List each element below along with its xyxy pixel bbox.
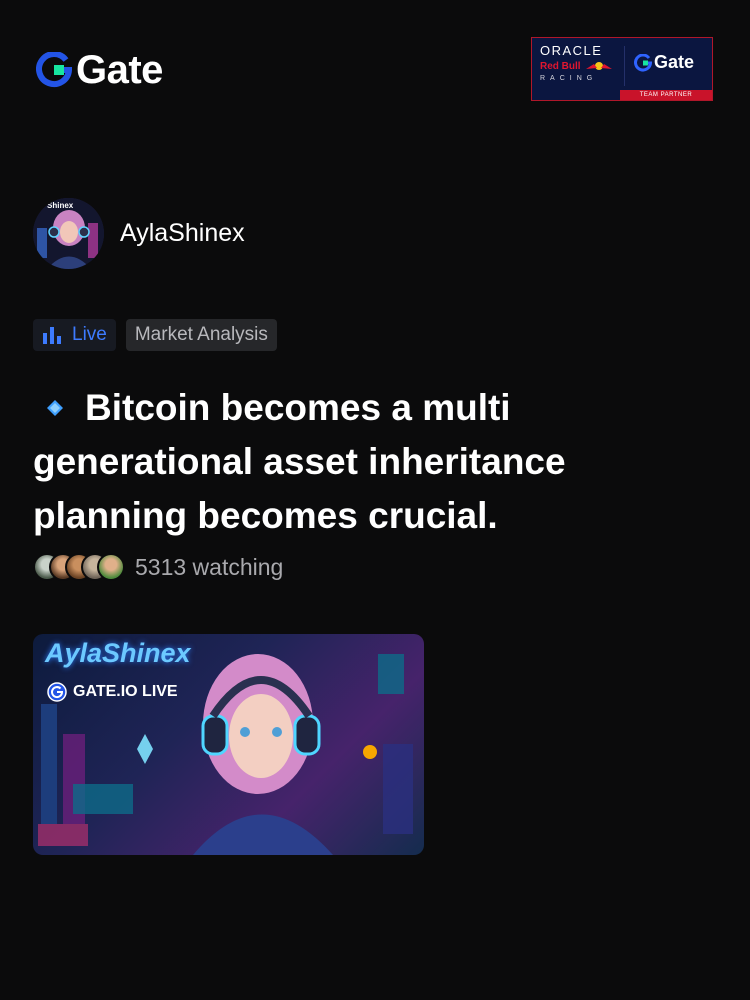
redbull-bulls-icon [585,62,612,70]
partner-gate-icon [634,53,652,72]
watching-count: 5313 watching [135,553,284,580]
post-headline[interactable]: Bitcoin becomes a multi generational ass… [33,381,693,543]
viewer-avatars [33,553,125,581]
author-avatar[interactable]: Shinex [33,198,104,269]
partner-gate-text: Gate [654,52,695,72]
avatar-illustration: Shinex [33,198,104,269]
gate-logo[interactable]: Gate [36,50,163,90]
gate-circle-icon [47,682,67,702]
category-tag[interactable]: Market Analysis [125,319,277,351]
viewer-avatar [97,553,125,581]
stream-thumbnail[interactable]: AylaShinex GATE.IO LIVE [33,634,424,855]
live-bars-icon [43,327,61,344]
team-partner-strip: TEAM PARTNER [620,90,712,100]
redbull-text: Red Bull [540,60,581,72]
headline-text: Bitcoin becomes a multi generational ass… [33,387,566,536]
live-tag[interactable]: Live [33,319,116,351]
gate-logo-icon [36,52,72,88]
racing-text: RACING [540,75,598,82]
oracle-text: ORACLE [540,43,603,58]
author-name[interactable]: AylaShinex [120,219,245,248]
tag-row: Live Market Analysis [33,319,277,351]
partner-divider [624,46,625,86]
thumbnail-badge-label: GATE.IO LIVE [73,683,178,700]
thumbnail-badge: GATE.IO LIVE [47,682,178,702]
team-partner-banner: ORACLE Red Bull RACING Gate TEAM PARTNER [531,37,713,101]
gate-logo-text: Gate [76,48,163,92]
viewer-count-row: 5313 watching [33,553,283,581]
live-label: Live [72,324,107,345]
blue-diamond-icon [47,400,63,417]
author-row[interactable]: Shinex AylaShinex [33,198,245,269]
avatar-label: Shinex [47,201,74,210]
thumbnail-title: AylaShinex [45,638,191,668]
category-label: Market Analysis [134,324,268,345]
